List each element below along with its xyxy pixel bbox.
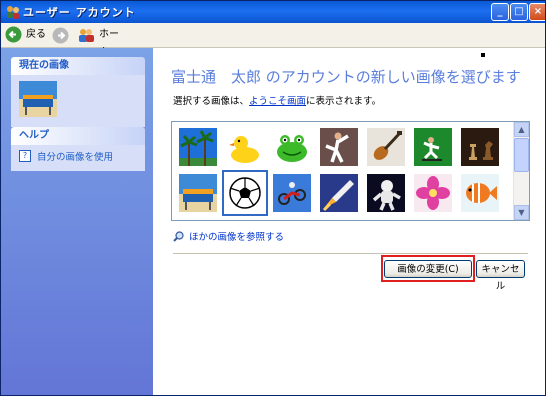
scroll-up-button[interactable]: ▲ xyxy=(514,122,529,137)
picture-soccer-ball[interactable] xyxy=(222,170,268,216)
scroll-down-button[interactable]: ▼ xyxy=(514,205,529,220)
help-heading: ヘルプ xyxy=(11,127,145,145)
back-label: 戻る xyxy=(26,29,46,40)
forward-arrow-icon[interactable] xyxy=(52,27,69,44)
picture-list-scrollbar[interactable]: ▲ ▼ xyxy=(513,122,529,220)
search-icon xyxy=(173,230,184,242)
back-button[interactable]: 戻る xyxy=(5,26,49,44)
toolbar: 戻る ホーム xyxy=(1,23,545,58)
separator xyxy=(173,253,528,254)
maximize-button[interactable]: □ xyxy=(510,3,528,21)
picture-beach-chairs[interactable] xyxy=(179,174,217,212)
picture-palm-trees[interactable] xyxy=(179,128,217,166)
picture-space-shuttle[interactable] xyxy=(320,174,358,212)
title-bar[interactable]: ユーザー アカウント _ □ × xyxy=(1,1,545,23)
picture-astronaut[interactable] xyxy=(367,174,405,212)
user-accounts-icon xyxy=(7,6,19,19)
scroll-thumb[interactable] xyxy=(514,138,529,172)
browse-label: ほかの画像を参照する xyxy=(189,232,285,243)
users-icon xyxy=(79,29,94,42)
close-button[interactable]: × xyxy=(529,3,545,21)
main-content: 富士通 太郎 のアカウントの新しい画像を選びます 選択する画像は、ようこそ画面に… xyxy=(153,48,545,395)
picture-karate[interactable] xyxy=(320,128,358,166)
current-picture-thumbnail xyxy=(19,81,57,117)
picture-frog[interactable] xyxy=(273,128,311,166)
welcome-screen-link[interactable]: ようこそ画面 xyxy=(249,96,306,107)
page-title: 富士通 太郎 のアカウントの新しい画像を選びます xyxy=(171,68,521,86)
window-title: ユーザー アカウント xyxy=(23,6,136,19)
small-dot xyxy=(481,53,485,57)
picture-chess[interactable] xyxy=(461,128,499,166)
user-accounts-window: ユーザー アカウント _ □ × 戻る ホーム 現在の画像 xyxy=(0,0,546,396)
help-item-label: 自分の画像を使用 xyxy=(37,152,114,163)
picture-list[interactable]: ▲ ▼ xyxy=(171,121,530,221)
cancel-button[interactable]: キャンセル xyxy=(476,260,525,292)
current-picture-heading: 現在の画像 xyxy=(11,57,145,75)
picture-fish[interactable] xyxy=(461,174,499,212)
browse-pictures-link[interactable]: ほかの画像を参照する xyxy=(173,229,284,243)
change-picture-button[interactable]: 画像の変更(C) xyxy=(384,260,472,278)
picture-flower[interactable] xyxy=(414,174,452,212)
picture-skateboarder[interactable] xyxy=(414,128,452,166)
picture-guitar[interactable] xyxy=(367,128,405,166)
help-panel: ヘルプ ? 自分の画像を使用 xyxy=(11,127,145,171)
sidebar: 現在の画像 ヘルプ ? 自分の画像を使用 xyxy=(1,48,153,395)
picture-motocross[interactable] xyxy=(273,174,311,212)
help-link-use-own-picture[interactable]: ? 自分の画像を使用 xyxy=(19,149,113,163)
picture-rubber-duck[interactable] xyxy=(226,128,264,166)
back-arrow-icon xyxy=(5,26,22,43)
home-button[interactable]: ホーム xyxy=(77,26,127,58)
minimize-button[interactable]: _ xyxy=(491,3,509,21)
help-icon: ? xyxy=(19,150,31,162)
current-picture-panel: 現在の画像 xyxy=(11,57,145,127)
description-text: 選択する画像は、ようこそ画面に表示されます。 xyxy=(173,96,382,107)
